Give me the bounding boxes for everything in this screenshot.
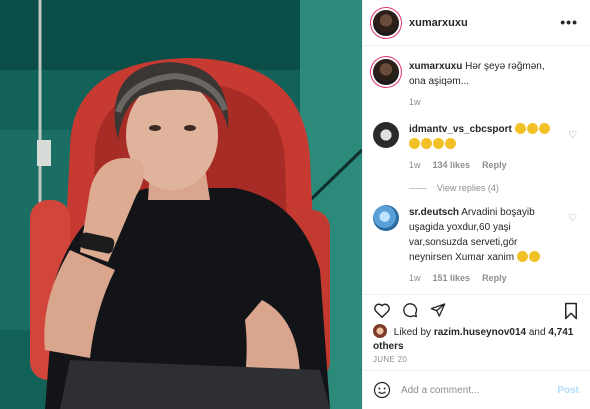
- laughing-emoji-icon: [409, 138, 420, 149]
- post-date[interactable]: JUNE 20: [373, 355, 407, 364]
- instagram-post-view: xumarxuxu ••• xumarxuxu Hər şeyə rəğmən,…: [0, 0, 590, 409]
- add-comment-input[interactable]: [401, 384, 541, 396]
- author-avatar[interactable]: [373, 9, 399, 36]
- post-side-panel: xumarxuxu ••• xumarxuxu Hər şeyə rəğmən,…: [362, 0, 590, 409]
- laughing-emoji-icon: [514, 123, 526, 134]
- comment-age: 1w: [409, 160, 421, 170]
- bookmark-icon[interactable]: [563, 302, 579, 320]
- action-bar: [363, 294, 590, 324]
- laughing-emoji-icon: [526, 123, 538, 134]
- laughing-emoji-icon: [433, 138, 444, 149]
- like-heart-icon[interactable]: [373, 302, 391, 318]
- post-header: xumarxuxu •••: [363, 0, 590, 46]
- laughing-emoji-icon: [538, 123, 550, 134]
- author-username[interactable]: xumarxuxu: [409, 17, 468, 29]
- post-photo: [0, 0, 362, 409]
- more-horizontal-icon[interactable]: •••: [560, 14, 578, 30]
- laughing-emoji-icon: [421, 138, 432, 149]
- emoji-smiley-icon[interactable]: [373, 381, 391, 399]
- comment-bubble-icon[interactable]: [401, 302, 419, 318]
- comment-avatar[interactable]: [373, 122, 399, 148]
- post-button[interactable]: Post: [557, 385, 579, 396]
- like-comment-heart-icon[interactable]: ♡: [568, 213, 577, 224]
- liked-by-user[interactable]: razim.huseynov014: [434, 327, 526, 338]
- share-send-icon[interactable]: [429, 302, 447, 318]
- add-comment-bar: Post: [363, 370, 590, 409]
- comment-username[interactable]: idmantv_vs_cbcsport: [409, 124, 512, 135]
- reply-button[interactable]: Reply: [482, 158, 507, 173]
- caption-username[interactable]: xumarxuxu: [409, 61, 462, 72]
- like-comment-heart-icon[interactable]: ♡: [568, 130, 577, 141]
- laughing-emoji-icon: [528, 251, 540, 262]
- liker-avatar[interactable]: [373, 324, 387, 338]
- laughing-emoji-icon: [445, 138, 456, 149]
- liked-by-prefix: Liked by: [393, 327, 432, 338]
- view-replies-button[interactable]: View replies (4): [409, 183, 581, 193]
- caption-item: xumarxuxu Hər şeyə rəğmən, ona aşiqəm...…: [373, 59, 581, 110]
- caption-avatar[interactable]: [373, 59, 399, 85]
- comment-item: sr.deutsch Arvadini boşayib uşagida yoxd…: [373, 205, 581, 286]
- comment-likes[interactable]: 151 likes: [433, 271, 471, 286]
- confused-emoji-icon: [516, 251, 528, 262]
- comment-age: 1w: [409, 273, 421, 283]
- comment-username[interactable]: sr.deutsch: [409, 207, 459, 218]
- caption-age: 1w: [409, 97, 421, 107]
- reply-button[interactable]: Reply: [482, 271, 507, 286]
- comment-avatar[interactable]: [373, 205, 399, 231]
- liked-by: Liked by razim.huseynov014 and 4,741 oth…: [373, 324, 583, 354]
- photo-illustration: [0, 0, 362, 409]
- view-replies-label: View replies (4): [437, 183, 499, 193]
- replies-divider: [409, 187, 427, 189]
- liked-by-and: and: [528, 327, 546, 338]
- comment-likes[interactable]: 134 likes: [433, 158, 471, 173]
- comments-list[interactable]: xumarxuxu Hər şeyə rəğmən, ona aşiqəm...…: [363, 47, 590, 292]
- comment-item: idmantv_vs_cbcsport 1w 134 likes Reply ♡: [373, 122, 581, 173]
